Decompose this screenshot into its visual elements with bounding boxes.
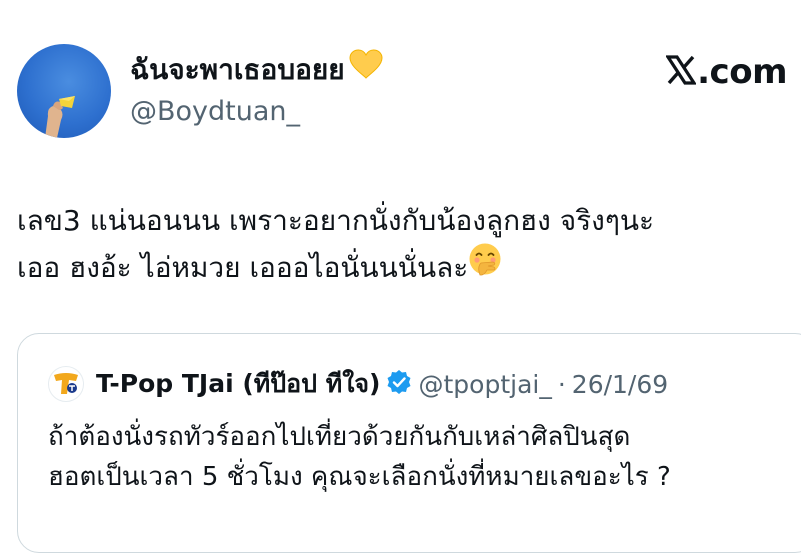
post-text-line-content: เออ ฮงอ้ะ ไอ่หมวย เอออไอนั่นนนั่นละ (17, 251, 469, 284)
header-separator: · (557, 369, 566, 399)
author-handle[interactable]: @Boydtuan_ (130, 95, 300, 129)
x-brand-watermark: .com (665, 52, 787, 92)
x-logo-icon (665, 55, 698, 89)
author-display-name[interactable]: ฉันจะพาเธอบอยย (130, 48, 383, 88)
author-avatar[interactable] (17, 44, 111, 138)
quoted-post-text: ถ้าต้องนั่งรถทัวร์ออกไปเที่ยวด้วยกันกับเ… (48, 417, 801, 497)
quoted-author-avatar[interactable] (48, 366, 84, 402)
quoted-author-handle[interactable]: @tpoptjai_ (418, 370, 551, 399)
verified-badge-icon (386, 369, 412, 399)
quoted-post-text-line: ฮอตเป็นเวลา 5 ชั่วโมง คุณจะเลือกนั่งที่ห… (48, 462, 671, 492)
quoted-post-header: T-Pop TJai (ทีป๊อป ทีใจ) @tpoptjai_ · 26… (48, 364, 668, 404)
author-name-text: ฉันจะพาเธอบอยย (130, 53, 345, 86)
post-text-line: เลข3 แน่นอนนน เพราะอยากนั่งกับน้องลูกฮง … (17, 204, 655, 237)
yellow-heart-icon (349, 48, 383, 88)
post-text: เลข3 แน่นอนนน เพราะอยากนั่งกับน้องลูกฮง … (17, 197, 797, 291)
tpop-logo-icon (54, 373, 78, 394)
post-text-line: เออ ฮงอ้ะ ไอ่หมวย เอออไอนั่นนนั่นละ (17, 242, 797, 291)
quoted-post-text-line: ถ้าต้องนั่งรถทัวร์ออกไปเที่ยวด้วยกันกับเ… (48, 422, 631, 452)
quoted-author-name[interactable]: T-Pop TJai (ทีป๊อป ทีใจ) (96, 364, 380, 404)
hand-over-mouth-face-icon (468, 242, 502, 290)
quoted-post-date[interactable]: 26/1/69 (572, 370, 668, 399)
quoted-post-card[interactable]: T-Pop TJai (ทีป๊อป ทีใจ) @tpoptjai_ · 26… (17, 333, 801, 553)
brand-domain-text: .com (697, 52, 787, 92)
avatar-photo (45, 96, 75, 138)
